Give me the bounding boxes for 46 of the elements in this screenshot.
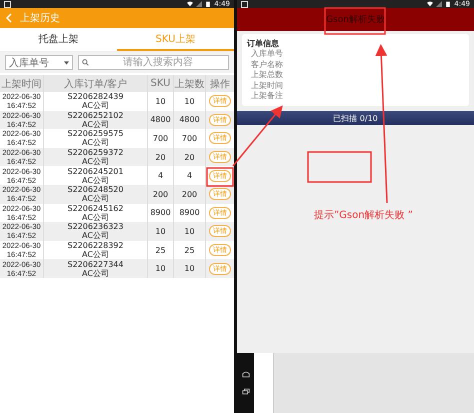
wifi-icon (187, 1, 194, 7)
table-cell: 200 (174, 184, 206, 204)
table-cell: S2206227344 AC公司 (44, 259, 148, 278)
column-header: 上架时间 (0, 75, 44, 92)
search-field[interactable]: 请输入搜索内容 (78, 55, 229, 70)
tab[interactable]: 托盘上架 (0, 28, 117, 51)
battery-icon (445, 1, 452, 7)
error-title: Gson解析失败 (326, 14, 385, 26)
field-label: 上架备注 (250, 91, 284, 102)
scan-count: 已扫描 0/10 (333, 112, 378, 124)
table-cell: 4800 (148, 110, 174, 130)
table-cell: 4800 (174, 110, 206, 130)
home-icon[interactable] (242, 371, 250, 378)
table-cell: S2206259372 AC公司 (44, 148, 148, 166)
card-title: 订单信息 (247, 38, 280, 49)
table-cell: S2206252102 AC公司 (44, 110, 148, 130)
wifi-icon (427, 1, 434, 7)
table-cell: 20 (174, 148, 206, 166)
column-header: SKU (148, 75, 174, 92)
filter-dropdown[interactable]: 入库单号 (5, 55, 73, 70)
field-label: 入库单号 (250, 49, 284, 60)
column-header: 入库订单/客户 (44, 75, 148, 92)
table-cell: 10 (174, 222, 206, 241)
table-cell: S2206236323 AC公司 (44, 222, 148, 241)
recent-apps-icon[interactable] (242, 388, 250, 395)
table-cell: 10 (148, 222, 174, 241)
annotation-text: 提示”Gson解析失败 ” (314, 208, 413, 222)
arrow (232, 105, 283, 166)
column-header: 操作 (209, 78, 231, 92)
highlight-box (206, 167, 234, 187)
table-cell: S2206248520 AC公司 (44, 184, 148, 204)
table-cell: 10 (174, 259, 206, 278)
battery-icon (205, 1, 212, 7)
field-label: 上架总数 (250, 70, 284, 80)
blank-panel (254, 353, 273, 413)
caret-icon (64, 60, 69, 64)
highlight-box (307, 151, 372, 183)
field-label: 上架时间 (250, 80, 284, 91)
table-cell: 20 (148, 148, 174, 166)
table-cell: 10 (148, 259, 174, 278)
highlight-box (324, 7, 386, 35)
search-icon (82, 59, 89, 66)
page-title: 上架历史 (20, 12, 60, 25)
table-cell: 200 (148, 184, 174, 204)
column-header: 上架数 (174, 75, 206, 92)
field-label: 客户名称 (250, 60, 284, 70)
